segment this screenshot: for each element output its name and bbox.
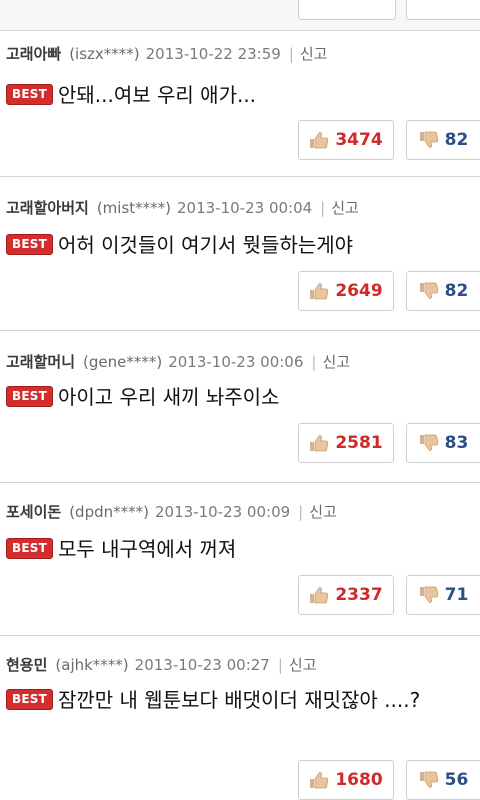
comment-date: 2013-10-23 00:04 — [177, 199, 313, 217]
comment-item: 포세이돈 (dpdn****) 2013-10-23 00:09 | 신고 BEST 모두… — [0, 483, 480, 636]
thumbs-down-icon — [419, 282, 438, 299]
author-nickname: 포세이돈 — [6, 503, 62, 521]
like-button[interactable]: 2581 — [298, 423, 394, 463]
comment-meta: 고래할아버지 (mist****) 2013-10-23 00:04 | 신고 — [6, 197, 359, 218]
thumbs-down-icon — [419, 434, 438, 451]
thumbs-up-icon — [310, 587, 329, 604]
comment-date: 2013-10-23 00:27 — [134, 656, 270, 674]
thumbs-down-icon — [419, 131, 438, 148]
report-link[interactable]: 신고 — [289, 656, 317, 674]
like-count: 2581 — [335, 433, 383, 453]
author-id: (dpdn****) — [69, 503, 149, 521]
dislike-count: 71 — [444, 585, 469, 605]
author-nickname: 고래할머니 — [6, 353, 76, 371]
dislike-count: 82 — [444, 281, 469, 301]
comment-text: 잠깐만 내 웹툰보다 배댓이더 재밋잖아 ....? — [57, 688, 421, 712]
best-badge: BEST — [6, 689, 53, 710]
like-button[interactable]: 1680 — [298, 760, 394, 800]
thumbs-up-icon — [310, 435, 329, 452]
like-count: 2337 — [335, 585, 383, 605]
comment-content: BEST 안돼...여보 우리 애가... — [6, 81, 474, 109]
author-id: (mist****) — [96, 199, 171, 217]
comment-meta: 고래할머니 (gene****) 2013-10-23 00:06 | 신고 — [6, 351, 350, 372]
like-count: 3474 — [335, 130, 383, 150]
comment-date: 2013-10-23 00:09 — [154, 503, 291, 521]
dislike-button[interactable]: 56 — [406, 760, 480, 800]
comment-text: 안돼...여보 우리 애가... — [57, 83, 257, 107]
dislike-button[interactable]: 82 — [406, 271, 480, 311]
thumbs-down-icon — [419, 771, 438, 788]
comment-item: 현용민 (ajhk****) 2013-10-23 00:27 | 신고 BEST 잠깐만… — [0, 636, 480, 800]
like-count: 1680 — [335, 770, 383, 790]
comment-meta: 포세이돈 (dpdn****) 2013-10-23 00:09 | 신고 — [6, 501, 337, 522]
best-badge: BEST — [6, 386, 53, 407]
like-button[interactable]: 2649 — [298, 271, 394, 311]
best-badge: BEST — [6, 234, 53, 255]
comment-content: BEST 잠깐만 내 웹툰보다 배댓이더 재밋잖아 ....? — [6, 686, 468, 714]
meta-divider: | — [311, 353, 317, 371]
dislike-button[interactable]: 71 — [406, 575, 480, 615]
like-button[interactable]: 3474 — [298, 120, 394, 160]
meta-divider: | — [298, 503, 304, 521]
meta-divider: | — [277, 656, 283, 674]
comment-item: 고래할머니 (gene****) 2013-10-23 00:06 | 신고 BEST 아… — [0, 331, 480, 483]
report-link[interactable]: 신고 — [300, 45, 328, 63]
thumbs-up-icon — [310, 772, 329, 789]
like-count: 2649 — [335, 281, 383, 301]
comment-text: 아이고 우리 새끼 놔주이소 — [57, 385, 280, 409]
comment-date: 2013-10-23 00:06 — [168, 353, 304, 371]
previous-like-button[interactable] — [298, 0, 396, 20]
comment-content: BEST 모두 내구역에서 꺼져 — [6, 535, 474, 563]
meta-divider: | — [288, 45, 294, 63]
previous-dislike-button[interactable] — [406, 0, 480, 20]
best-badge: BEST — [6, 538, 53, 559]
author-id: (iszx****) — [69, 45, 140, 63]
author-nickname: 현용민 — [6, 656, 48, 674]
comment-item: 고래할아버지 (mist****) 2013-10-23 00:04 | 신고 BEST… — [0, 177, 480, 331]
comment-date: 2013-10-22 23:59 — [145, 45, 281, 63]
author-id: (ajhk****) — [55, 656, 129, 674]
author-nickname: 고래할아버지 — [6, 199, 89, 217]
comment-meta: 고래아빠 (iszx****) 2013-10-22 23:59 | 신고 — [6, 43, 327, 64]
dislike-count: 83 — [444, 433, 469, 453]
best-badge: BEST — [6, 84, 53, 105]
comment-content: BEST 어허 이것들이 여기서 뭣들하는게야 — [6, 231, 474, 259]
report-link[interactable]: 신고 — [309, 503, 337, 521]
like-button[interactable]: 2337 — [298, 575, 394, 615]
dislike-button[interactable]: 83 — [406, 423, 480, 463]
comment-text: 어허 이것들이 여기서 뭣들하는게야 — [57, 233, 354, 257]
author-nickname: 고래아빠 — [6, 45, 62, 63]
thumbs-down-icon — [419, 586, 438, 603]
thumbs-up-icon — [310, 283, 329, 300]
meta-divider: | — [320, 199, 326, 217]
comment-content: BEST 아이고 우리 새끼 놔주이소 — [6, 383, 474, 411]
report-link[interactable]: 신고 — [331, 199, 359, 217]
dislike-count: 82 — [444, 130, 469, 150]
thumbs-up-icon — [310, 132, 329, 149]
comment-meta: 현용민 (ajhk****) 2013-10-23 00:27 | 신고 — [6, 654, 317, 675]
comment-item: 고래아빠 (iszx****) 2013-10-22 23:59 | 신고 BEST 안돼… — [0, 31, 480, 177]
comment-text: 모두 내구역에서 꺼져 — [57, 537, 237, 561]
author-id: (gene****) — [83, 353, 163, 371]
dislike-count: 56 — [444, 770, 469, 790]
report-link[interactable]: 신고 — [322, 353, 350, 371]
dislike-button[interactable]: 82 — [406, 120, 480, 160]
previous-comment-footer — [0, 0, 480, 31]
